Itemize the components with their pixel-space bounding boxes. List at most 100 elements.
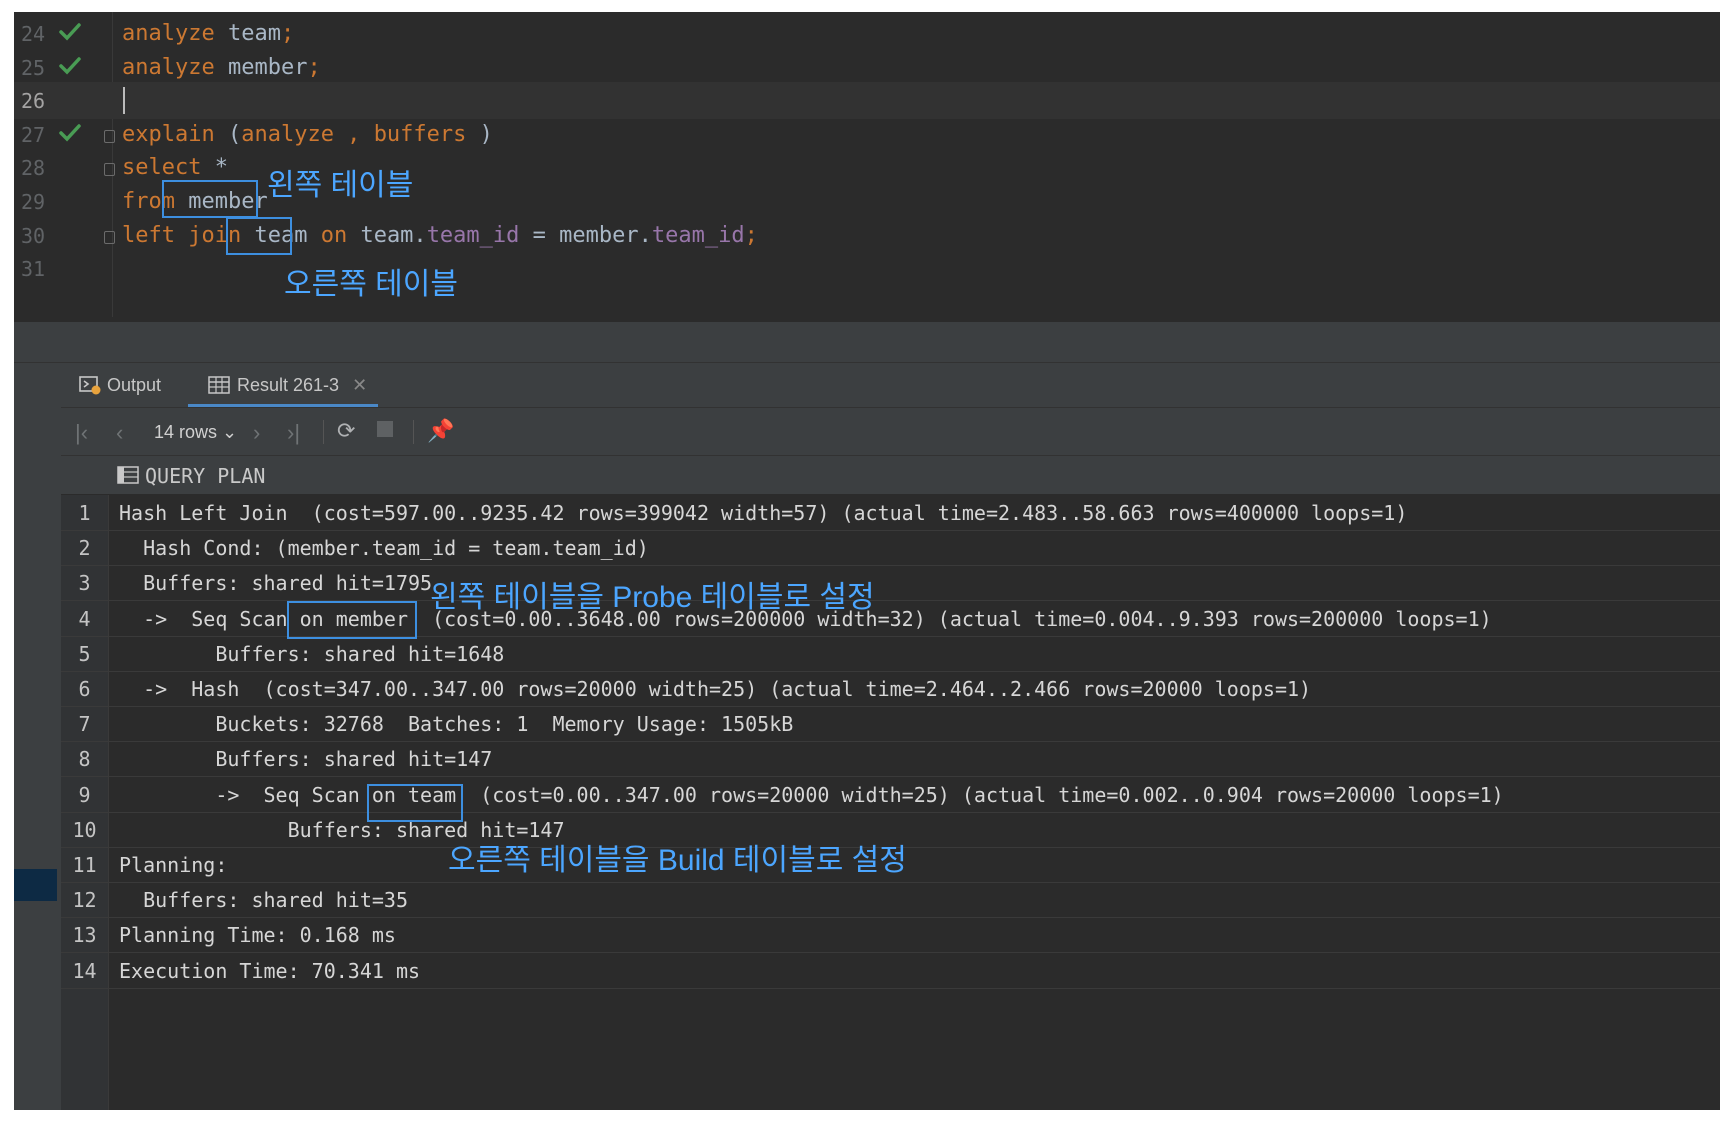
- result-tabs: Output Result 261-3 ✕: [61, 363, 1720, 408]
- table-row[interactable]: 5 Buffers: shared hit=1648: [61, 636, 1720, 672]
- results-panel: Output Result 261-3 ✕ |‹ ‹ 14 rows ⌄ › ›…: [14, 363, 1720, 1110]
- tab-output[interactable]: Output: [79, 363, 161, 407]
- sql-editor[interactable]: 24 analyze team; 25 analyze member; 26 27 expl…: [14, 12, 1720, 322]
- row-number: 11: [72, 853, 97, 877]
- success-check-icon: [59, 23, 81, 41]
- code-token: ): [466, 121, 493, 147]
- table-row[interactable]: 6 -> Hash (cost=347.00..347.00 rows=2000…: [61, 671, 1720, 707]
- pin-icon[interactable]: 📌: [427, 418, 454, 444]
- table-row[interactable]: 12 Buffers: shared hit=35: [61, 882, 1720, 919]
- code-token: ;: [307, 54, 321, 80]
- fold-icon[interactable]: [104, 129, 115, 143]
- row-number: 6: [78, 677, 91, 701]
- tab-result[interactable]: Result 261-3 ✕: [188, 363, 378, 407]
- query-plan-cell[interactable]: Execution Time: 70.341 ms: [119, 959, 420, 983]
- row-number: 1: [78, 501, 91, 525]
- fold-icon[interactable]: [104, 230, 115, 244]
- table-row[interactable]: 2 Hash Cond: (member.team_id = team.team…: [61, 530, 1720, 567]
- fold-icon[interactable]: [104, 163, 115, 177]
- code-token: *: [201, 155, 228, 181]
- on-team-highlight-box: [367, 784, 463, 822]
- table-row[interactable]: 8 Buffers: shared hit=147: [61, 741, 1720, 778]
- panel-divider[interactable]: [14, 322, 1720, 362]
- editor-line[interactable]: 24 analyze team;: [14, 15, 1720, 52]
- line-number: 26: [21, 89, 46, 114]
- chevron-down-icon: ⌄: [222, 422, 238, 442]
- row-number: 7: [78, 712, 91, 737]
- code-token: on: [320, 222, 348, 248]
- query-plan-cell[interactable]: -> Seq Scan on team (cost=0.00..347.00 r…: [119, 783, 1503, 807]
- on-member-highlight-box: [287, 601, 417, 639]
- previous-page-icon[interactable]: ‹: [116, 420, 123, 446]
- line-number: 30: [21, 223, 46, 248]
- row-number: 2: [78, 536, 91, 561]
- row-number: 14: [72, 958, 97, 983]
- editor-line[interactable]: 27 explain (analyze , buffers ): [14, 116, 1720, 153]
- stop-icon[interactable]: [377, 421, 393, 437]
- table-row[interactable]: 13 Planning Time: 0.168 ms: [61, 917, 1720, 954]
- selection-marker: [14, 869, 57, 901]
- query-plan-cell[interactable]: Buffers: shared hit=35: [119, 888, 408, 912]
- row-number: 3: [78, 571, 91, 596]
- rows-count-label: 14 rows: [154, 422, 218, 442]
- query-plan-cell[interactable]: Buffers: shared hit=147: [119, 747, 492, 771]
- code-token: ,: [333, 121, 374, 147]
- build-annotation: 오른쪽 테이블을 Build 테이블로 설정: [448, 844, 907, 877]
- query-plan-cell[interactable]: Buffers: shared hit=1648: [119, 642, 504, 666]
- query-plan-cell[interactable]: Hash Cond: (member.team_id = team.team_i…: [119, 536, 649, 560]
- row-number: 9: [78, 782, 91, 807]
- refresh-icon[interactable]: ⟳: [337, 418, 355, 444]
- right-table-annotation: 오른쪽 테이블: [284, 268, 458, 301]
- table-row[interactable]: 1 Hash Left Join (cost=597.00..9235.42 ro…: [61, 495, 1720, 531]
- row-number: 4: [78, 606, 91, 631]
- column-header-query-plan[interactable]: QUERY PLAN: [145, 464, 265, 488]
- query-plan-cell[interactable]: Buckets: 32768 Batches: 1 Memory Usage: …: [119, 712, 793, 736]
- editor-line[interactable]: 25 analyze member;: [14, 49, 1720, 86]
- code-token: analyze: [122, 54, 215, 80]
- editor-line[interactable]: 26: [14, 82, 1720, 120]
- code-text: select *: [122, 155, 228, 180]
- code-token: (: [214, 121, 242, 147]
- code-token: team.: [347, 222, 427, 248]
- tool-window-stripe: [14, 363, 61, 1110]
- text-caret: [123, 87, 125, 115]
- query-plan-cell[interactable]: Planning Time: 0.168 ms: [119, 923, 396, 947]
- column-icon: [117, 466, 139, 484]
- row-number: 10: [72, 817, 97, 842]
- next-page-icon[interactable]: ›: [253, 420, 260, 446]
- row-number: 5: [78, 641, 91, 666]
- code-token: team: [214, 21, 281, 46]
- query-plan-cell[interactable]: Hash Left Join (cost=597.00..9235.42 row…: [119, 501, 1407, 525]
- rows-count-dropdown[interactable]: 14 rows ⌄: [154, 422, 237, 443]
- member-highlight-box: [162, 180, 258, 218]
- table-row[interactable]: 7 Buckets: 32768 Batches: 1 Memory Usage…: [61, 706, 1720, 743]
- code-token: ;: [280, 21, 295, 46]
- last-page-icon[interactable]: ›|: [287, 420, 300, 446]
- table-row[interactable]: 14 Execution Time: 70.341 ms: [61, 953, 1720, 989]
- success-check-icon: [59, 124, 81, 142]
- line-number: 28: [21, 156, 46, 181]
- code-token: analyze: [241, 121, 334, 147]
- table-icon: [208, 376, 230, 394]
- close-icon[interactable]: ✕: [352, 375, 367, 395]
- code-token: analyze: [122, 21, 215, 46]
- console-run-icon: [79, 376, 101, 395]
- result-toolbar: |‹ ‹ 14 rows ⌄ › ›| ⟳ 📌: [61, 408, 1720, 456]
- code-token: team_id: [426, 222, 520, 248]
- line-number: 25: [21, 55, 46, 80]
- toolbar-separator: [413, 420, 414, 444]
- probe-annotation: 왼쪽 테이블을 Probe 테이블로 설정: [430, 581, 875, 614]
- table-row[interactable]: 9 -> Seq Scan on team (cost=0.00..347.00…: [61, 777, 1720, 813]
- query-plan-cell[interactable]: -> Hash (cost=347.00..347.00 rows=20000 …: [119, 677, 1311, 701]
- left-table-annotation: 왼쪽 테이블: [267, 169, 414, 202]
- editor-line[interactable]: 31: [14, 250, 1720, 287]
- team-highlight-box: [226, 217, 292, 255]
- line-number: 27: [21, 122, 46, 147]
- query-plan-cell[interactable]: Buffers: shared hit=1795: [119, 571, 432, 595]
- query-plan-cell[interactable]: Planning:: [119, 853, 227, 877]
- line-number: 31: [21, 257, 46, 282]
- code-text: analyze member;: [122, 55, 321, 80]
- first-page-icon[interactable]: |‹: [75, 420, 88, 446]
- table-row[interactable]: 3 Buffers: shared hit=1795: [61, 565, 1720, 602]
- tab-output-label: Output: [107, 375, 162, 395]
